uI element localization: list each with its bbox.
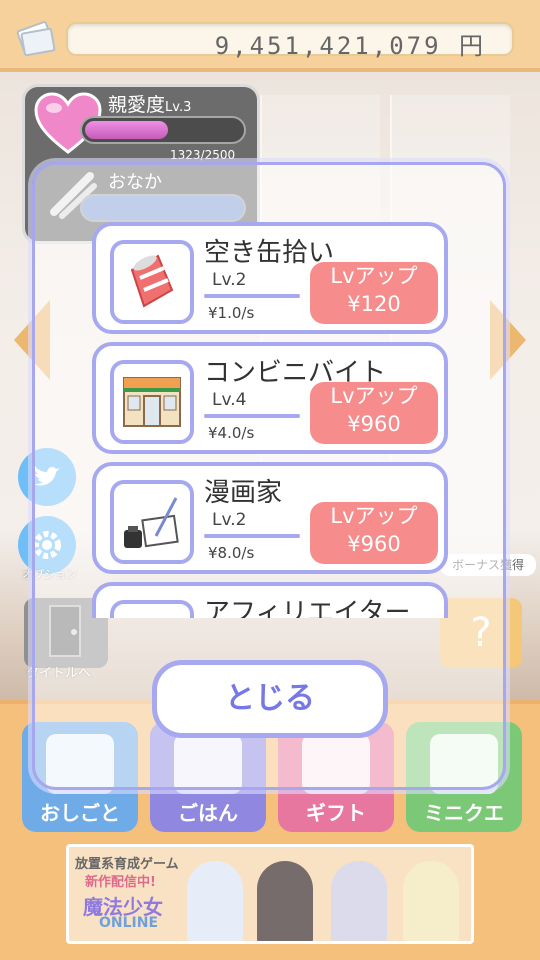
level-up-cost: ¥120 [347,292,401,316]
divider [204,414,300,418]
level-up-cost: ¥960 [347,532,401,556]
level-up-cost: ¥960 [347,412,401,436]
job-title: 漫画家 [204,478,283,508]
job-item: コンビニバイト Lv.4 ¥4.0/s Lvアップ ¥960 [92,342,448,454]
job-thumbnail [110,480,194,564]
job-rate: ¥8.0/s [208,544,255,562]
job-thumbnail [110,360,194,444]
level-up-button[interactable]: Lvアップ ¥120 [310,262,438,324]
job-level: Lv.2 [212,510,247,530]
job-rate: ¥4.0/s [208,424,255,442]
job-thumbnail [110,240,194,324]
level-up-button[interactable]: Lvアップ ¥960 [310,382,438,444]
level-up-button[interactable]: Lvアップ ¥960 [310,502,438,564]
divider [204,294,300,298]
job-list[interactable]: 空き缶拾い Lv.2 ¥1.0/s Lvアップ ¥120 コンビニバイト Lv.… [88,222,452,618]
job-item: アフィリエイター [92,582,448,618]
store-icon [123,377,181,427]
job-item: 空き缶拾い Lv.2 ¥1.0/s Lvアップ ¥120 [92,222,448,334]
job-title: アフィリエイター [204,598,411,618]
job-rate: ¥1.0/s [208,304,255,322]
level-up-label: Lvアップ [330,264,418,288]
level-up-label: Lvアップ [330,504,418,528]
computer-icon [120,614,184,618]
divider [204,534,300,538]
job-level: Lv.2 [212,270,247,290]
job-thumbnail [110,600,194,618]
can-icon [130,254,174,308]
close-button[interactable]: とじる [152,660,388,738]
job-level: Lv.4 [212,390,247,410]
job-item: 漫画家 Lv.2 ¥8.0/s Lvアップ ¥960 [92,462,448,574]
ink-pen-icon [124,497,179,548]
level-up-label: Lvアップ [330,384,418,408]
